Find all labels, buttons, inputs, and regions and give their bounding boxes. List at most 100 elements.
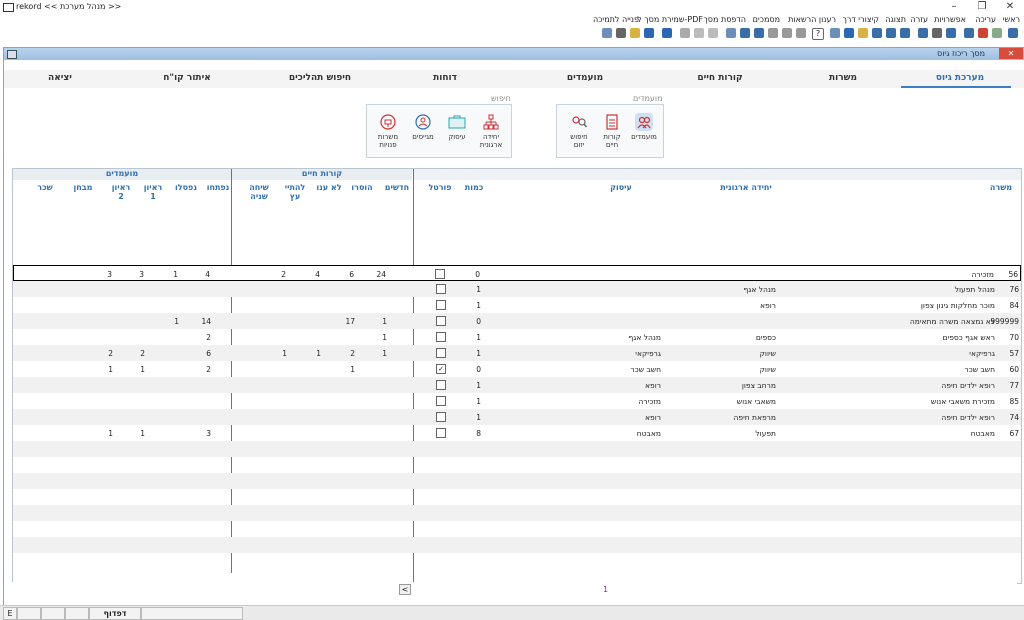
calculator-icon[interactable] bbox=[932, 28, 942, 38]
pager-prev-button[interactable]: < bbox=[399, 584, 411, 595]
col-no-answer[interactable]: לא ענו bbox=[313, 183, 345, 192]
menu-refresh-permissions[interactable]: רענון הרשאות bbox=[788, 15, 836, 24]
inner-close-button[interactable]: ✕ bbox=[999, 48, 1023, 59]
table-row[interactable]: 70 ראש אגף כספים כספים מנהל אגף 1 2 1 bbox=[13, 329, 1021, 345]
col-interview2[interactable]: ראיון 2 bbox=[107, 183, 135, 201]
tab-find-resume[interactable]: איתור קו"ח bbox=[152, 73, 222, 83]
menu-shortcuts[interactable]: קיצורי דרך bbox=[843, 15, 879, 24]
portal-checkbox[interactable] bbox=[436, 332, 446, 342]
portal-checkbox[interactable] bbox=[436, 284, 446, 294]
window-minimize-button[interactable]: – bbox=[940, 0, 968, 14]
portal-checkbox[interactable] bbox=[436, 316, 446, 326]
print-icon[interactable] bbox=[796, 28, 806, 38]
portal-checkbox[interactable] bbox=[436, 428, 446, 438]
tab-positions[interactable]: משרות bbox=[813, 73, 873, 83]
menu-options[interactable]: אפשרויות bbox=[934, 15, 966, 24]
table-row[interactable]: 60 חשב שכר שיווק חשב שכר 0 ✓ 1 1 2 1 bbox=[13, 361, 1021, 377]
tab-resumes[interactable]: קורות חיים bbox=[685, 73, 755, 83]
col-failed[interactable]: נפסלו bbox=[171, 183, 201, 192]
col-org-unit[interactable]: יחידה ארגונית bbox=[711, 183, 781, 192]
copy-icon[interactable] bbox=[602, 28, 612, 38]
col-to-start[interactable]: להתיי עץ bbox=[279, 183, 311, 201]
cell-quantity: 1 bbox=[476, 333, 481, 342]
col-started[interactable]: נפתחו bbox=[205, 183, 231, 192]
grid-icon[interactable] bbox=[782, 28, 792, 38]
vacancies-button[interactable]: משרות פנויות bbox=[371, 113, 405, 149]
cut-icon[interactable] bbox=[616, 28, 626, 38]
tab-reports[interactable]: דוחות bbox=[420, 73, 470, 83]
col-occupation[interactable]: עיסוק bbox=[601, 183, 641, 192]
tab-candidates[interactable]: מועמדים bbox=[555, 73, 615, 83]
portal-checkbox[interactable] bbox=[436, 380, 446, 390]
menu-main[interactable]: ראשי bbox=[1003, 15, 1020, 24]
export-icon[interactable] bbox=[872, 28, 882, 38]
tab-process-search[interactable]: חיפוש תהליכים bbox=[280, 73, 360, 83]
filter-icon[interactable] bbox=[844, 28, 854, 38]
portal-checkbox[interactable] bbox=[436, 348, 446, 358]
menu-print-screen[interactable]: הדפסת מסך bbox=[703, 15, 746, 24]
highlight-icon[interactable] bbox=[858, 28, 868, 38]
tab-recruitment-system[interactable]: מערכת גיוס bbox=[915, 73, 1005, 83]
portal-checkbox[interactable] bbox=[436, 396, 446, 406]
edit-icon[interactable] bbox=[978, 28, 988, 38]
table-row[interactable]: 56 מזכירה 0 3 3 1 4 2 4 6 24 bbox=[13, 265, 1021, 281]
table-row[interactable]: 67 מאבטח תפעול מאבטח 8 1 1 3 bbox=[13, 425, 1021, 441]
col-rejected[interactable]: הוסרו bbox=[347, 183, 377, 192]
portal-checkbox[interactable] bbox=[435, 269, 445, 279]
recruiters-button[interactable]: מגייסים bbox=[407, 113, 439, 141]
pager-page-number[interactable]: 1 bbox=[603, 585, 608, 594]
table-row[interactable]: 84 מוכר מחלקות גינון צפון רופא 1 bbox=[13, 297, 1021, 313]
col-salary[interactable]: שכר bbox=[31, 183, 59, 192]
table-row[interactable]: 85 מזכירת משאבי אנוש משאבי אנוש מזכירה 1 bbox=[13, 393, 1021, 409]
col-test[interactable]: מבחן bbox=[69, 183, 97, 192]
window-close-button[interactable]: ✕ bbox=[996, 0, 1024, 14]
report-icon[interactable] bbox=[946, 28, 956, 38]
refresh-icon[interactable] bbox=[644, 28, 654, 38]
user-icon[interactable] bbox=[992, 28, 1002, 38]
import-icon[interactable] bbox=[886, 28, 896, 38]
tab-exit[interactable]: יציאה bbox=[35, 73, 85, 83]
portal-checkbox[interactable]: ✓ bbox=[436, 364, 446, 374]
resumes-button[interactable]: קורות חיים bbox=[597, 113, 627, 149]
col-quantity[interactable]: כמות bbox=[459, 183, 489, 192]
table-row[interactable]: 999999 לא נמצאה משרה מתאימה 0 1 14 17 1 bbox=[13, 313, 1021, 329]
window-icon[interactable] bbox=[964, 28, 974, 38]
table-row[interactable]: 76 מנהל תפעול מנהל אגף 1 bbox=[13, 281, 1021, 297]
candidates-button[interactable]: מועמדים bbox=[629, 113, 659, 141]
occupation-button[interactable]: עיסוק bbox=[441, 113, 473, 141]
menu-save-pdf[interactable]: שמירת מסך ל-PDF bbox=[637, 15, 703, 24]
portal-checkbox[interactable] bbox=[436, 412, 446, 422]
menu-view[interactable]: תצוגה bbox=[885, 15, 906, 24]
cut-disabled-icon[interactable] bbox=[694, 28, 704, 38]
cell-new: 1 bbox=[382, 333, 387, 342]
menu-documents[interactable]: מסמכים bbox=[753, 15, 780, 24]
col-position[interactable]: משרה bbox=[981, 183, 1021, 192]
menu-edit[interactable]: עריכה bbox=[975, 15, 996, 24]
new-record-icon[interactable] bbox=[726, 28, 736, 38]
col-portal[interactable]: פורטל bbox=[425, 183, 455, 192]
org-unit-button[interactable]: יחידה ארגונית bbox=[475, 113, 507, 149]
col-new[interactable]: חדשים bbox=[383, 183, 411, 192]
portal-checkbox[interactable] bbox=[436, 300, 446, 310]
menu-support[interactable]: פנייה לתמיכה bbox=[593, 15, 639, 24]
save-record-icon[interactable] bbox=[740, 28, 750, 38]
table-icon[interactable] bbox=[754, 28, 764, 38]
help-icon[interactable]: ? bbox=[812, 28, 824, 40]
undo-icon[interactable] bbox=[662, 28, 672, 38]
proactive-search-button[interactable]: חיפוש יזום bbox=[563, 113, 595, 149]
col-second-call[interactable]: שיחה שניה bbox=[243, 183, 275, 201]
table-row[interactable]: 57 גרפיקאי שיווק גרפיקאי 1 2 2 6 1 1 2 1 bbox=[13, 345, 1021, 361]
exit-icon[interactable] bbox=[1008, 28, 1018, 38]
table-row[interactable]: 74 רופא ילדים חיפה מרפאת חיפה רופא 1 bbox=[13, 409, 1021, 425]
search-record-icon[interactable] bbox=[900, 28, 910, 38]
copy-disabled-icon[interactable] bbox=[680, 28, 690, 38]
table-row[interactable]: 77 רופא ילדים חיפה מרחב צפון רופא 1 bbox=[13, 377, 1021, 393]
col-interview1[interactable]: ראיון 1 bbox=[139, 183, 167, 201]
paste-disabled-icon[interactable] bbox=[708, 28, 718, 38]
paste-icon[interactable] bbox=[630, 28, 640, 38]
window-restore-button[interactable]: ❐ bbox=[968, 0, 996, 14]
menu-help[interactable]: עזרה bbox=[910, 15, 928, 24]
list-icon[interactable] bbox=[918, 28, 928, 38]
sort-icon[interactable] bbox=[830, 28, 840, 38]
delete-icon[interactable] bbox=[768, 28, 778, 38]
